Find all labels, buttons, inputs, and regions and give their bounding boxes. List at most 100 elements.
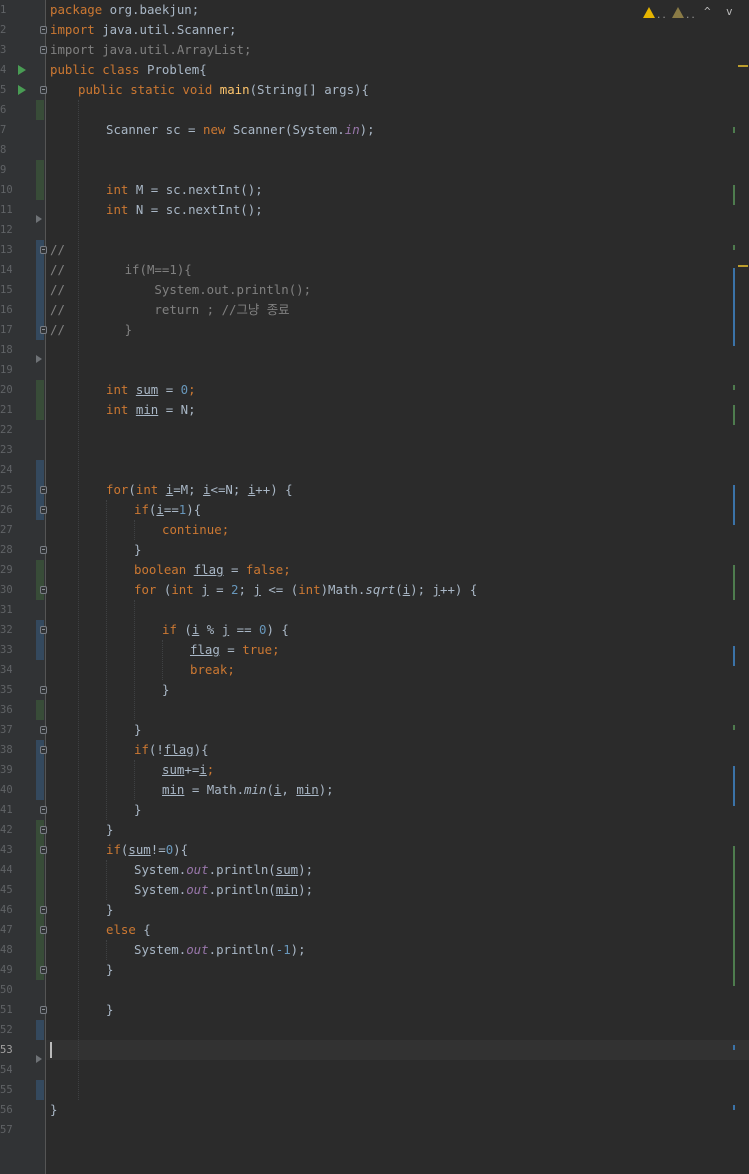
change-marker[interactable] [36,560,44,600]
code-line[interactable]: int min = N; [106,400,196,420]
code-line[interactable]: int N = sc.nextInt(); [106,200,263,220]
line-number[interactable]: 48 [0,940,12,960]
line-number[interactable]: 45 [0,880,12,900]
code-line[interactable]: if(sum!=0){ [106,840,188,860]
code-line[interactable]: System.out.println(-1); [134,940,306,960]
code-line[interactable]: else { [106,920,151,940]
line-number[interactable]: 54 [0,1060,12,1080]
fold-icon[interactable] [40,746,47,754]
line-number[interactable]: 41 [0,800,12,820]
line-number[interactable]: 27 [0,520,12,540]
code-line[interactable]: int sum = 0; [106,380,196,400]
line-number[interactable]: 29 [0,560,12,580]
line-number[interactable]: 46 [0,900,12,920]
line-number[interactable]: 20 [0,380,12,400]
line-number[interactable]: 21 [0,400,12,420]
line-number[interactable]: 35 [0,680,12,700]
line-number[interactable]: 16 [0,300,12,320]
warning-icon[interactable] [643,7,655,18]
line-number[interactable]: 33 [0,640,12,660]
code-line[interactable]: package org.baekjun; [50,0,199,20]
fold-icon[interactable] [40,586,47,594]
change-stripe[interactable] [733,385,735,390]
change-stripe[interactable] [733,485,735,525]
fold-icon[interactable] [40,726,47,734]
change-stripe[interactable] [733,1045,735,1050]
code-line[interactable]: int M = sc.nextInt(); [106,180,263,200]
fold-icon[interactable] [40,626,47,634]
code-line[interactable]: // return ; //그냥 종료 [50,300,290,320]
line-number[interactable]: 36 [0,700,12,720]
line-number[interactable]: 52 [0,1020,12,1040]
line-number[interactable]: 14 [0,260,12,280]
change-marker[interactable] [36,160,44,200]
code-line[interactable]: for (int j = 2; j <= (int)Math.sqrt(i); … [134,580,477,600]
code-line[interactable]: if (i % j == 0) { [162,620,289,640]
line-number[interactable]: 4 [0,60,12,80]
fold-icon[interactable] [40,846,47,854]
fold-icon[interactable] [40,806,47,814]
line-number[interactable]: 43 [0,840,12,860]
inspection-widget[interactable]: .. .. ^ v [639,0,749,26]
previous-highlight-icon[interactable]: ^ [704,6,711,18]
code-line[interactable]: // if(M==1){ [50,260,192,280]
code-line[interactable]: public class Problem{ [50,60,207,80]
code-line[interactable]: public static void main(String[] args){ [78,80,369,100]
next-highlight-icon[interactable]: v [726,6,733,18]
code-line[interactable]: } [106,1000,113,1020]
code-line[interactable]: min = Math.min(i, min); [162,780,334,800]
fold-icon[interactable] [40,486,47,494]
code-line[interactable]: sum+=i; [162,760,214,780]
change-stripe[interactable] [733,268,735,346]
change-stripe[interactable] [733,565,735,600]
line-number[interactable]: 23 [0,440,12,460]
fold-icon[interactable] [40,1006,47,1014]
line-number[interactable]: 31 [0,600,12,620]
code-line[interactable]: import java.util.ArrayList; [50,40,251,60]
collapsed-fold-icon[interactable] [36,215,42,223]
line-number[interactable]: 17 [0,320,12,340]
line-number[interactable]: 5 [0,80,12,100]
line-number[interactable]: 10 [0,180,12,200]
fold-icon[interactable] [40,686,47,694]
change-marker[interactable] [36,700,44,720]
code-line[interactable]: } [134,720,141,740]
change-stripe[interactable] [733,725,735,730]
line-number[interactable]: 38 [0,740,12,760]
code-line[interactable]: // [50,240,65,260]
fold-icon[interactable] [40,926,47,934]
line-number[interactable]: 47 [0,920,12,940]
line-number[interactable]: 18 [0,340,12,360]
line-number[interactable]: 49 [0,960,12,980]
line-number[interactable]: 22 [0,420,12,440]
code-line[interactable]: System.out.println(sum); [134,860,313,880]
change-stripe[interactable] [733,1105,735,1110]
fold-icon[interactable] [40,326,47,334]
code-line[interactable]: } [50,1100,57,1120]
fold-icon[interactable] [40,506,47,514]
code-line[interactable]: // System.out.println(); [50,280,311,300]
change-marker[interactable] [36,100,44,120]
line-number[interactable]: 44 [0,860,12,880]
line-number[interactable]: 39 [0,760,12,780]
change-stripe[interactable] [733,405,735,425]
change-marker[interactable] [36,820,44,980]
line-number[interactable]: 32 [0,620,12,640]
line-number[interactable]: 19 [0,360,12,380]
line-number[interactable]: 8 [0,140,12,160]
code-line[interactable]: flag = true; [190,640,280,660]
code-line[interactable]: System.out.println(min); [134,880,313,900]
weak-warning-icon[interactable] [672,7,684,18]
code-line[interactable]: // } [50,320,132,340]
run-main-icon[interactable] [18,85,26,95]
warning-stripe-marker[interactable] [738,65,748,67]
fold-icon[interactable] [40,966,47,974]
change-stripe[interactable] [733,127,735,133]
change-stripe[interactable] [733,245,735,250]
line-number[interactable]: 3 [0,40,12,60]
line-number[interactable]: 11 [0,200,12,220]
change-marker[interactable] [36,1080,44,1100]
code-line[interactable]: } [106,960,113,980]
line-number[interactable]: 9 [0,160,12,180]
code-line[interactable]: Scanner sc = new Scanner(System.in); [106,120,375,140]
